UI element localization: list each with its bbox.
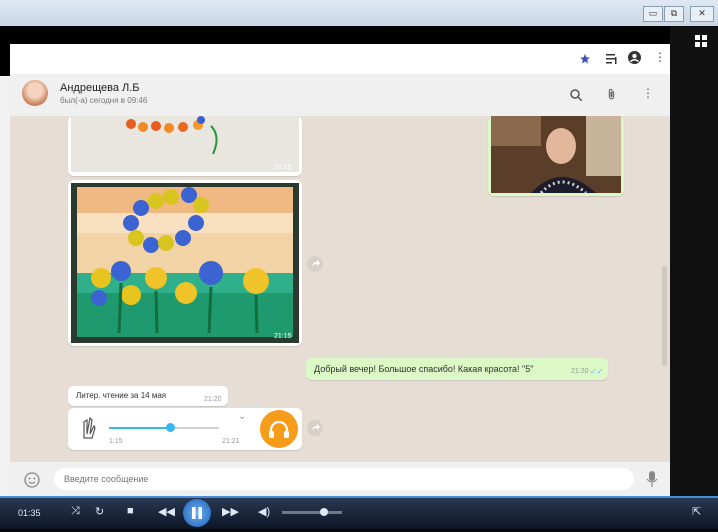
forward-audio-icon[interactable] bbox=[307, 420, 323, 436]
composer-bar bbox=[10, 462, 670, 496]
search-icon[interactable] bbox=[570, 88, 583, 106]
contact-name: Андрещева Л.Б bbox=[60, 82, 140, 94]
browser-toolbar: ⋮ bbox=[10, 44, 670, 74]
account-icon[interactable] bbox=[628, 51, 641, 69]
grid-icon[interactable] bbox=[695, 34, 707, 47]
chat-header: Андрещева Л.Б был(-а) сегодня в 09:46 ⋮ bbox=[10, 74, 670, 117]
close-button[interactable]: ✕ bbox=[690, 6, 714, 22]
seek-bar[interactable] bbox=[0, 496, 718, 498]
video-thumbnail bbox=[491, 116, 621, 193]
media-player-bar: 01:35 ⤨ ↻ ■ ◀◀ ▶▶ ◀) ⇱ bbox=[0, 496, 718, 529]
document-title: Литер. чтение за 14 мая bbox=[76, 391, 167, 400]
playlist-icon[interactable] bbox=[606, 52, 618, 70]
image-message-2[interactable]: 21:15 bbox=[68, 180, 302, 346]
volume-handle[interactable] bbox=[320, 508, 328, 516]
left-strip bbox=[0, 76, 10, 496]
previous-icon[interactable]: ◀◀ bbox=[158, 505, 175, 518]
repeat-icon[interactable]: ↻ bbox=[95, 505, 104, 518]
outgoing-message[interactable]: Добрый вечер! Большое спасибо! Какая кра… bbox=[306, 358, 608, 380]
drawing-image-2 bbox=[71, 183, 299, 343]
microphone-icon[interactable] bbox=[646, 470, 658, 493]
avatar[interactable] bbox=[22, 80, 48, 106]
attach-icon[interactable] bbox=[605, 88, 618, 106]
image-1-time: 21:15 bbox=[274, 164, 292, 171]
chat-scrollbar[interactable] bbox=[662, 266, 667, 366]
shuffle-icon[interactable]: ⤨ bbox=[71, 505, 80, 518]
switch-view-icon[interactable]: ⇱ bbox=[692, 505, 701, 518]
volume-slider[interactable] bbox=[282, 508, 342, 516]
stop-icon[interactable]: ■ bbox=[127, 505, 134, 517]
chat-menu-icon[interactable]: ⋮ bbox=[642, 86, 654, 100]
video-message[interactable] bbox=[488, 116, 624, 196]
message-input[interactable] bbox=[54, 468, 634, 490]
outgoing-text: Добрый вечер! Большое спасибо! Какая кра… bbox=[314, 364, 534, 374]
audio-progress bbox=[109, 427, 170, 429]
audio-message[interactable]: ⌄ 1:15 21:21 bbox=[68, 408, 302, 450]
player-time: 01:35 bbox=[18, 508, 41, 518]
audio-seek-handle[interactable] bbox=[165, 423, 175, 432]
minimize-button[interactable]: ▭ bbox=[643, 6, 663, 22]
drawing-image-1 bbox=[71, 116, 299, 172]
contact-status: был(-а) сегодня в 09:46 bbox=[60, 96, 148, 105]
restore-button[interactable]: ⧉ bbox=[664, 6, 684, 22]
pause-button[interactable] bbox=[183, 499, 211, 527]
audio-elapsed: 1:15 bbox=[109, 438, 123, 445]
sender-avatar-icon bbox=[80, 416, 98, 445]
emoji-icon[interactable] bbox=[24, 472, 40, 493]
image-message-1[interactable]: 21:15 bbox=[68, 116, 302, 176]
chat-body: 21:15 21:15 Добрый вечер! Большое спасиб… bbox=[10, 116, 670, 462]
audio-track[interactable] bbox=[109, 423, 219, 432]
volume-icon[interactable]: ◀) bbox=[258, 505, 270, 518]
outgoing-time: 21:20 bbox=[571, 368, 589, 375]
whatsapp-window: ⋮ Андрещева Л.Б был(-а) сегодня в 09:46 … bbox=[10, 44, 670, 496]
right-dark-panel bbox=[670, 26, 718, 496]
image-2-time: 21:15 bbox=[274, 333, 292, 340]
forward-icon[interactable] bbox=[307, 256, 323, 272]
document-time: 21:20 bbox=[204, 396, 222, 403]
document-message[interactable]: Литер. чтение за 14 мая 21:20 bbox=[68, 386, 228, 406]
window-title-bar: ▭ ⧉ ✕ bbox=[0, 0, 718, 27]
menu-icon[interactable]: ⋮ bbox=[654, 50, 666, 64]
read-ticks-icon: ✓✓ bbox=[590, 367, 604, 376]
chevron-down-icon[interactable]: ⌄ bbox=[238, 411, 246, 422]
audio-time: 21:21 bbox=[222, 438, 240, 445]
headphones-icon[interactable] bbox=[260, 410, 298, 448]
next-icon[interactable]: ▶▶ bbox=[222, 505, 239, 518]
star-icon[interactable] bbox=[579, 52, 591, 70]
